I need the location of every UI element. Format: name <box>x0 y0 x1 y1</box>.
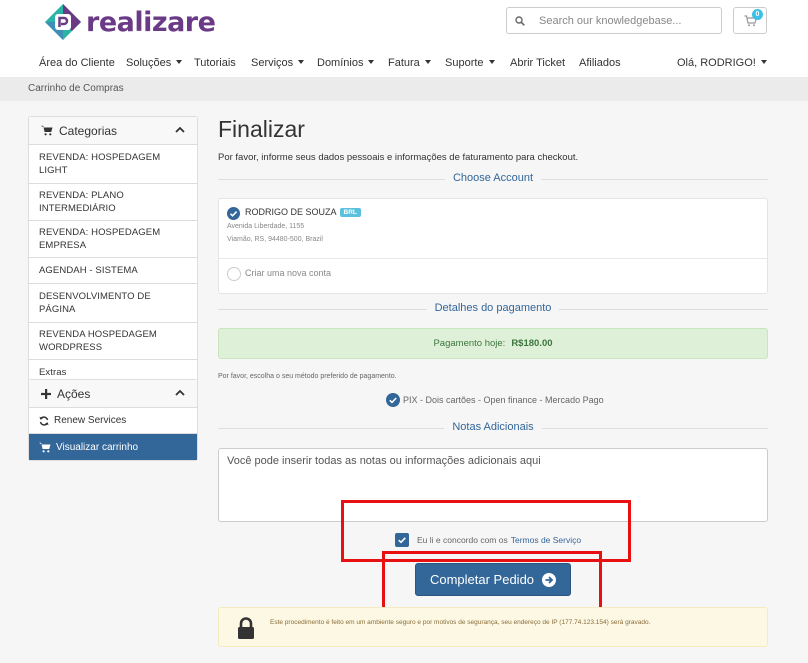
nav-item-abrir-ticket[interactable]: Abrir Ticket <box>510 57 565 69</box>
nav-item-tutoriais[interactable]: Tutoriais <box>194 57 236 69</box>
payment-today-label: Pagamento hoje: <box>433 338 506 349</box>
nav-label: Afiliados <box>579 57 621 69</box>
radio-selected[interactable] <box>227 207 240 220</box>
nav-item-dominios[interactable]: Domínios <box>317 57 375 69</box>
action-label: Visualizar carrinho <box>56 441 139 453</box>
search-input[interactable] <box>539 14 709 27</box>
categories-title: Categorias <box>59 123 118 138</box>
breadcrumb-bar: Carrinho de Compras <box>0 77 808 101</box>
nav-label: Área do Cliente <box>39 57 115 69</box>
payment-heading-text: Detalhes do pagamento <box>426 302 560 314</box>
page-title: Finalizar <box>218 116 305 142</box>
nav-item-area-do-cliente[interactable]: Área do Cliente <box>39 57 115 69</box>
nav-label: Abrir Ticket <box>510 57 566 69</box>
main-nav: Área do Cliente Soluções Tutoriais Servi… <box>0 52 808 76</box>
user-menu[interactable]: Olá, RODRIGO! <box>677 57 767 69</box>
notes-heading-text: Notas Adicionais <box>444 421 542 433</box>
user-greeting: Olá, RODRIGO! <box>677 57 756 69</box>
highlight-box-complete <box>382 551 602 615</box>
cart-button[interactable]: 0 <box>733 7 767 34</box>
caret-down-icon <box>176 60 183 65</box>
account-name: RODRIGO DE SOUZA BRL <box>245 207 361 218</box>
caret-down-icon <box>488 60 495 65</box>
notes-heading: Notas Adicionais <box>218 421 768 435</box>
page-description: Por favor, informe seus dados pessoais e… <box>218 152 579 163</box>
action-renew-services[interactable]: Renew Services <box>29 408 197 434</box>
new-account-label[interactable]: Criar uma nova conta <box>245 268 331 278</box>
check-icon <box>229 211 238 217</box>
actions-title: Ações <box>57 386 91 401</box>
lock-icon <box>238 617 254 639</box>
category-item[interactable]: AGENDAH - SISTEMA <box>29 258 197 284</box>
payment-method-note: Por favor, escolha o seu método preferid… <box>218 373 397 380</box>
payment-today-amount: R$180.00 <box>511 338 553 349</box>
logo-icon <box>45 4 81 40</box>
action-label: Renew Services <box>54 415 127 426</box>
caret-down-icon <box>760 60 767 65</box>
nav-item-solucoes[interactable]: Soluções <box>126 57 183 69</box>
plus-icon <box>41 388 51 399</box>
choose-account-heading: Choose Account <box>218 172 768 186</box>
currency-badge: BRL <box>339 208 361 218</box>
category-item[interactable]: REVENDA: HOSPEDAGEM LIGHT <box>29 145 197 184</box>
nav-label: Suporte <box>445 57 484 69</box>
breadcrumb[interactable]: Carrinho de Compras <box>28 83 124 94</box>
account-selector: RODRIGO DE SOUZA BRL Avenida Liberdade, 1… <box>218 198 768 294</box>
caret-down-icon <box>368 60 375 65</box>
check-circle-icon <box>386 393 400 407</box>
search-icon <box>515 15 525 26</box>
nav-item-afiliados[interactable]: Afiliados <box>579 57 621 69</box>
choose-account-heading-text: Choose Account <box>444 172 542 184</box>
categories-panel-header[interactable]: Categorias <box>29 117 197 145</box>
caret-down-icon <box>424 60 431 65</box>
category-item[interactable]: REVENDA: HOSPEDAGEM EMPRESA <box>29 221 197 258</box>
actions-panel-header[interactable]: Ações <box>29 380 197 408</box>
account-option-existing[interactable]: RODRIGO DE SOUZA BRL Avenida Liberdade, 1… <box>219 199 767 259</box>
nav-label: Fatura <box>388 57 420 69</box>
nav-item-fatura[interactable]: Fatura <box>388 57 431 69</box>
nav-item-suporte[interactable]: Suporte <box>445 57 495 69</box>
search-field[interactable] <box>506 7 722 34</box>
chevron-up-icon[interactable] <box>175 389 185 396</box>
nav-label: Serviços <box>251 57 294 69</box>
nav-item-servicos[interactable]: Serviços <box>251 57 305 69</box>
action-view-cart[interactable]: Visualizar carrinho <box>29 434 197 460</box>
logo[interactable]: realizare <box>44 3 216 41</box>
categories-panel: Categorias REVENDA: HOSPEDAGEM LIGHT REV… <box>28 116 198 386</box>
nav-label: Tutoriais <box>194 57 236 69</box>
category-item[interactable]: DESENVOLVIMENTO DE PÁGINA <box>29 284 197 323</box>
security-notice-text: Este procedimento é feito em um ambiente… <box>270 619 651 626</box>
account-address-line1: Avenida Liberdade, 1155 <box>227 223 305 230</box>
site-header: realizare 0 <box>0 0 808 48</box>
security-notice: Este procedimento é feito em um ambiente… <box>218 607 768 647</box>
cart-count-badge: 0 <box>752 9 763 20</box>
refresh-icon <box>39 415 49 426</box>
payment-today-box: Pagamento hoje: R$180.00 <box>218 328 768 359</box>
actions-panel: Ações Renew Services Visualizar carrinho <box>28 379 198 461</box>
logo-text: realizare <box>86 6 216 38</box>
nav-label: Soluções <box>126 57 172 69</box>
payment-method-option[interactable]: PIX - Dois cartões - Open finance - Merc… <box>386 393 604 407</box>
payment-heading: Detalhes do pagamento <box>218 302 768 316</box>
radio-selected[interactable] <box>386 393 400 407</box>
radio-new-account[interactable] <box>227 267 241 281</box>
payment-method-label: PIX - Dois cartões - Open finance - Merc… <box>403 395 604 405</box>
nav-label: Domínios <box>317 57 364 69</box>
chevron-up-icon[interactable] <box>175 126 185 133</box>
account-name-text: RODRIGO DE SOUZA <box>245 207 337 217</box>
cart-icon <box>41 125 53 136</box>
cart-icon <box>39 442 51 452</box>
account-address-line2: Viamão, RS, 94480-500, Brazil <box>227 236 323 243</box>
category-item[interactable]: REVENDA: PLANO INTERMEDIÁRIO <box>29 184 197 221</box>
caret-down-icon <box>298 60 305 65</box>
category-item[interactable]: REVENDA HOSPEDAGEM WORDPRESS <box>29 323 197 360</box>
